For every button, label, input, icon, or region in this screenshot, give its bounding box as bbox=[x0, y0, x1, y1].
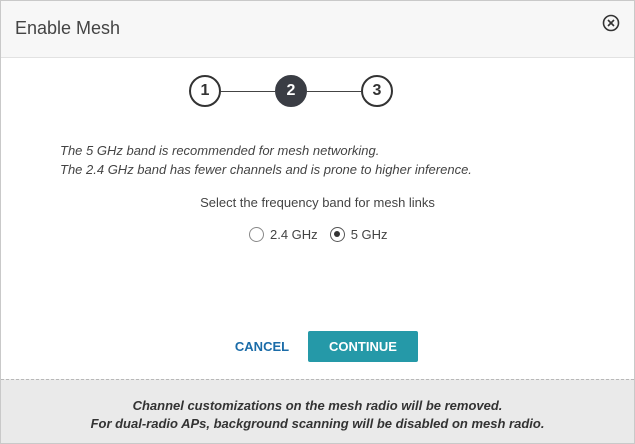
step-connector bbox=[221, 91, 275, 92]
info-line-1: The 5 GHz band is recommended for mesh n… bbox=[60, 143, 380, 158]
info-line-2: The 2.4 GHz band has fewer channels and … bbox=[60, 162, 472, 177]
step-1: 1 bbox=[189, 75, 221, 107]
wizard-stepper: 1 2 3 bbox=[1, 73, 634, 107]
enable-mesh-dialog: Enable Mesh 1 2 3 The 5 GHz band is reco… bbox=[0, 0, 635, 444]
step-2-active: 2 bbox=[275, 75, 307, 107]
close-icon[interactable] bbox=[602, 14, 620, 32]
recommendation-info: The 5 GHz band is recommended for mesh n… bbox=[60, 141, 472, 179]
step-3: 3 bbox=[361, 75, 393, 107]
radio-2-4-ghz-label: 2.4 GHz bbox=[270, 226, 318, 242]
radio-2-4-ghz[interactable]: 2.4 GHz bbox=[249, 226, 318, 242]
footer-line-1: Channel customizations on the mesh radio… bbox=[132, 398, 503, 413]
radio-5-ghz-label: 5 GHz bbox=[350, 226, 388, 242]
footer-line-2: For dual-radio APs, background scanning … bbox=[90, 416, 545, 431]
radio-button-icon[interactable] bbox=[249, 226, 264, 242]
frequency-band-label: Select the frequency band for mesh links bbox=[200, 195, 435, 210]
warning-footer: Channel customizations on the mesh radio… bbox=[1, 379, 634, 443]
frequency-band-radio-group: 2.4 GHz 5 GHz bbox=[249, 225, 400, 243]
dialog-header: Enable Mesh bbox=[1, 1, 634, 58]
radio-5-ghz[interactable]: 5 GHz bbox=[329, 226, 388, 242]
cancel-button[interactable]: CANCEL bbox=[230, 335, 294, 359]
dialog-title: Enable Mesh bbox=[15, 18, 121, 38]
continue-button[interactable]: CONTINUE bbox=[308, 331, 418, 362]
footer-warning-text: Channel customizations on the mesh radio… bbox=[1, 397, 634, 433]
step-connector bbox=[307, 91, 361, 92]
radio-button-checked-icon[interactable] bbox=[329, 226, 345, 242]
